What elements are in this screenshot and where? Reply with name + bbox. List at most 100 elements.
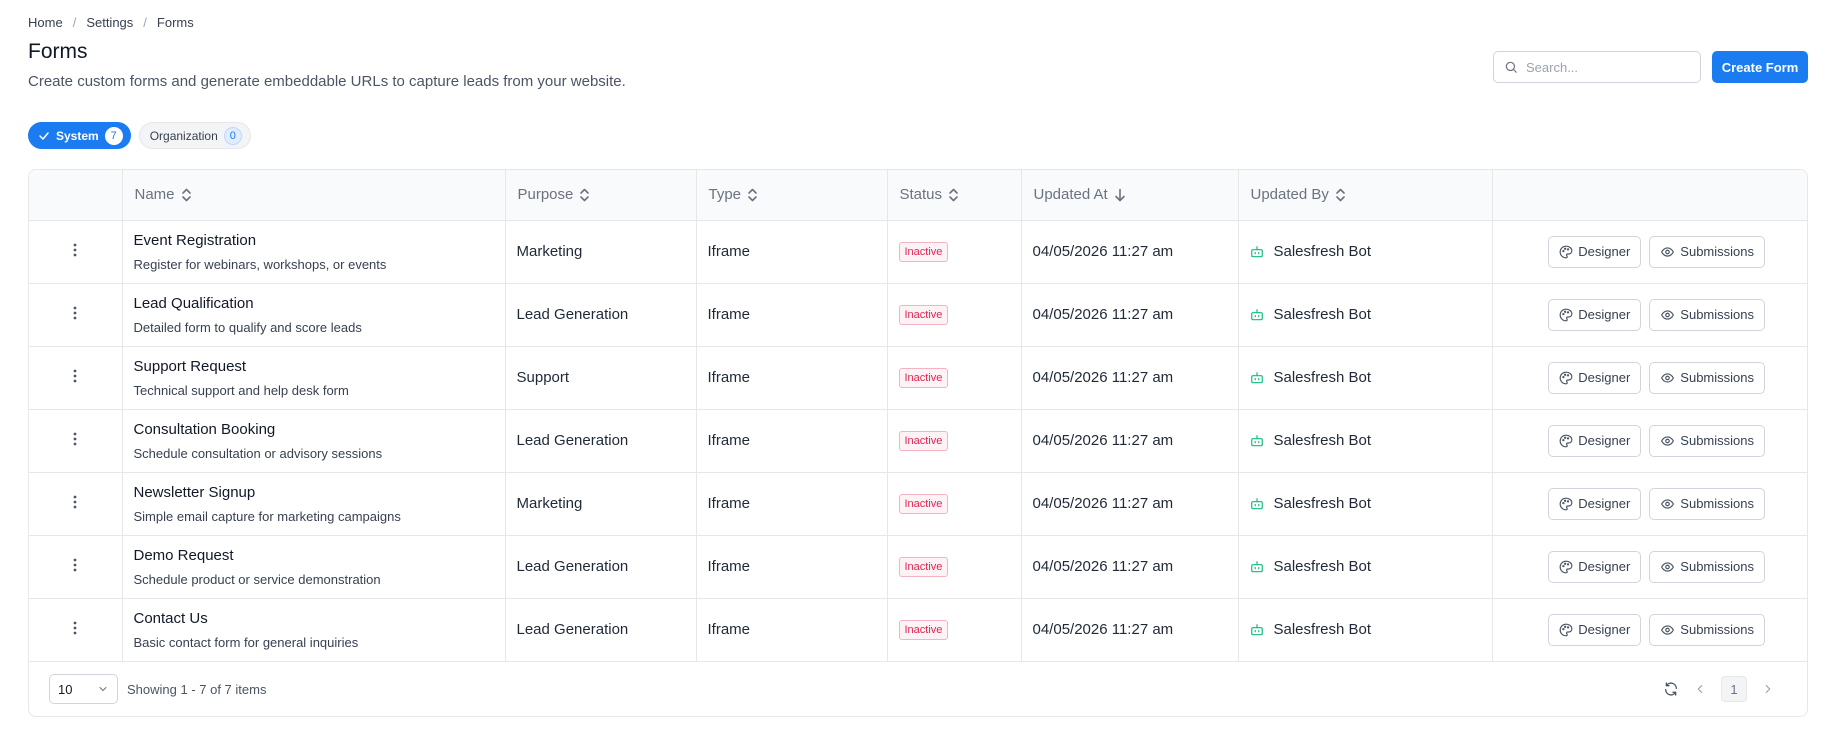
submissions-button-label: Submissions — [1680, 307, 1754, 322]
more-vertical-icon[interactable] — [73, 369, 77, 383]
breadcrumb: Home / Settings / Forms — [28, 15, 194, 30]
chevron-right-icon[interactable] — [1761, 682, 1775, 696]
form-description: Register for webinars, workshops, or eve… — [133, 256, 387, 272]
more-vertical-icon[interactable] — [73, 621, 77, 635]
tab-organization-count: 0 — [223, 126, 242, 145]
breadcrumb-settings[interactable]: Settings — [86, 15, 133, 30]
designer-button[interactable]: Designer — [1548, 613, 1642, 646]
more-vertical-icon[interactable] — [73, 243, 77, 257]
cell-name: Demo Request Schedule product or service … — [122, 535, 506, 599]
create-form-button[interactable]: Create Form — [1712, 51, 1808, 83]
refresh-icon[interactable] — [1663, 681, 1679, 697]
eye-icon — [1661, 309, 1675, 320]
cell-row-actions: Designer Submissions — [1492, 220, 1807, 284]
status-badge: Inactive — [898, 367, 949, 388]
header-updated-by[interactable]: Updated By — [1238, 170, 1493, 221]
updated-by-name: Salesfresh Bot — [1273, 306, 1372, 323]
pagination: 1 — [1663, 676, 1787, 702]
form-name[interactable]: Newsletter Signup — [134, 484, 494, 501]
more-vertical-icon[interactable] — [73, 495, 77, 509]
status-badge: Inactive — [898, 493, 949, 514]
page-subtitle: Create custom forms and generate embedda… — [28, 73, 626, 90]
cell-updated-by: Salesfresh Bot — [1238, 409, 1493, 473]
form-name[interactable]: Consultation Booking — [134, 421, 494, 438]
form-name[interactable]: Demo Request — [134, 547, 494, 564]
search-input[interactable] — [1526, 59, 1686, 75]
sort-icon — [1336, 188, 1345, 202]
search-box[interactable] — [1493, 51, 1701, 83]
row-menu-cell — [29, 409, 123, 473]
tab-organization[interactable]: Organization 0 — [138, 122, 251, 149]
designer-button[interactable]: Designer — [1548, 361, 1642, 394]
designer-button-label: Designer — [1578, 433, 1631, 448]
more-vertical-icon[interactable] — [73, 432, 77, 446]
header-name[interactable]: Name — [122, 170, 506, 221]
table-body: Event Registration Register for webinars,… — [29, 220, 1807, 662]
form-name[interactable]: Contact Us — [134, 610, 494, 627]
cell-updated-at: 04/05/2026 11:27 am — [1021, 346, 1239, 410]
submissions-button[interactable]: Submissions — [1649, 613, 1765, 646]
cell-updated-by: Salesfresh Bot — [1238, 346, 1493, 410]
forms-table: Name Purpose Type Status Updated At Upda… — [29, 170, 1807, 662]
cell-row-actions: Designer Submissions — [1492, 283, 1807, 347]
header-status[interactable]: Status — [887, 170, 1022, 221]
designer-button-label: Designer — [1578, 307, 1631, 322]
table-row: Support Request Technical support and hel… — [29, 346, 1807, 410]
cell-purpose: Support — [505, 346, 697, 410]
header-updated-by-label: Updated By — [1250, 186, 1329, 204]
submissions-button[interactable]: Submissions — [1649, 361, 1765, 394]
header-row-actions — [1492, 170, 1807, 221]
header-purpose[interactable]: Purpose — [505, 170, 697, 221]
header-type[interactable]: Type — [696, 170, 888, 221]
tab-system[interactable]: System 7 — [28, 122, 131, 149]
submissions-button-label: Submissions — [1680, 496, 1754, 511]
designer-button-label: Designer — [1578, 496, 1631, 511]
table-row: Demo Request Schedule product or service … — [29, 535, 1807, 599]
breadcrumb-separator: / — [143, 15, 147, 30]
designer-button-label: Designer — [1578, 244, 1631, 259]
designer-button[interactable]: Designer — [1548, 424, 1642, 457]
designer-button[interactable]: Designer — [1548, 550, 1642, 583]
cell-purpose: Lead Generation — [505, 598, 697, 662]
designer-button[interactable]: Designer — [1548, 487, 1642, 520]
page-size-select[interactable]: 10 — [49, 674, 118, 704]
form-name[interactable]: Lead Qualification — [134, 295, 494, 312]
chevron-left-icon[interactable] — [1693, 682, 1707, 696]
cell-name: Consultation Booking Schedule consultatio… — [122, 409, 506, 473]
eye-icon — [1661, 498, 1675, 509]
header-updated-at[interactable]: Updated At — [1021, 170, 1239, 221]
tab-organization-label: Organization — [149, 128, 218, 143]
cell-type: Iframe — [696, 220, 888, 284]
page-number-current[interactable]: 1 — [1721, 676, 1747, 702]
cell-updated-at: 04/05/2026 11:27 am — [1021, 409, 1239, 473]
more-vertical-icon[interactable] — [73, 558, 77, 572]
bot-icon — [1250, 623, 1263, 635]
submissions-button[interactable]: Submissions — [1649, 235, 1765, 268]
page-size-value: 10 — [58, 681, 73, 697]
submissions-button[interactable]: Submissions — [1649, 424, 1765, 457]
eye-icon — [1661, 624, 1675, 635]
breadcrumb-home[interactable]: Home — [28, 15, 63, 30]
form-name[interactable]: Support Request — [134, 358, 494, 375]
form-name[interactable]: Event Registration — [134, 232, 494, 249]
designer-button[interactable]: Designer — [1548, 235, 1642, 268]
submissions-button[interactable]: Submissions — [1649, 550, 1765, 583]
submissions-button[interactable]: Submissions — [1649, 487, 1765, 520]
more-vertical-icon[interactable] — [73, 306, 77, 320]
header-type-label: Type — [708, 186, 742, 204]
table-row: Newsletter Signup Simple email capture fo… — [29, 472, 1807, 536]
submissions-button-label: Submissions — [1680, 370, 1754, 385]
designer-button-label: Designer — [1578, 622, 1631, 637]
cell-type: Iframe — [696, 598, 888, 662]
cell-type: Iframe — [696, 346, 888, 410]
check-icon — [38, 130, 50, 142]
arrow-down-icon — [1114, 188, 1125, 202]
row-menu-cell — [29, 220, 123, 284]
submissions-button[interactable]: Submissions — [1649, 298, 1765, 331]
cell-status: Inactive — [887, 598, 1022, 662]
header-purpose-label: Purpose — [517, 186, 574, 204]
submissions-button-label: Submissions — [1680, 433, 1754, 448]
cell-purpose: Lead Generation — [505, 409, 697, 473]
designer-button[interactable]: Designer — [1548, 298, 1642, 331]
cell-purpose: Marketing — [505, 220, 697, 284]
